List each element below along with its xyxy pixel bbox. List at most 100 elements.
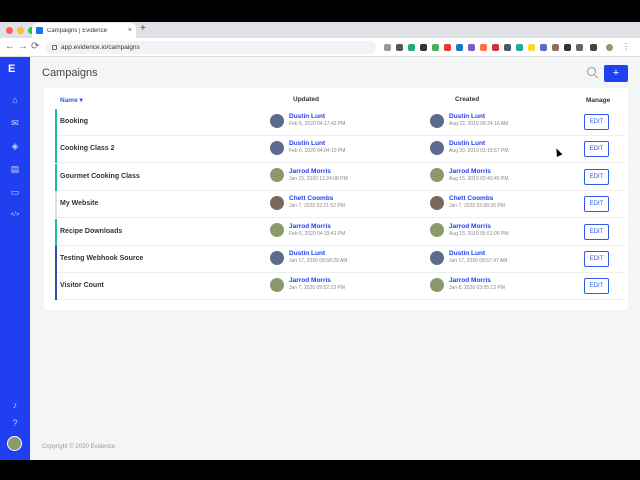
extension-icon[interactable] <box>396 44 403 51</box>
extension-icon[interactable] <box>552 44 559 51</box>
close-window-button[interactable] <box>6 27 13 34</box>
browser-toolbar: ← → ⟳ app.evidence.io/campaigns ⋮ <box>0 38 640 57</box>
column-header-name[interactable]: Name ▾ <box>60 96 83 104</box>
analytics-icon[interactable]: ◈ <box>8 140 22 152</box>
table-row[interactable]: My Website Chett Coombs Jan 7, 2020 02:2… <box>55 191 625 219</box>
browser-tab[interactable]: Campaigns | Evidence × <box>32 23 136 38</box>
created-by: Dustin Lunt Aug 20, 2019 03:15:57 PM <box>430 140 509 155</box>
forward-button[interactable]: → <box>18 41 28 52</box>
extension-icon[interactable] <box>516 44 523 51</box>
table-row[interactable]: Visitor Count Jarrod Morris Jan 7, 2020 … <box>55 273 625 301</box>
campaign-name[interactable]: Cooking Class 2 <box>60 145 114 152</box>
edit-button[interactable]: EDIT <box>584 141 609 158</box>
menu-icon[interactable]: ⋮ <box>622 42 630 51</box>
url-text: app.evidence.io/campaigns <box>61 44 140 51</box>
extension-icon[interactable] <box>444 44 451 51</box>
table-row[interactable]: Recipe Downloads Jarrod Morris Feb 6, 20… <box>55 218 625 246</box>
avatar <box>430 140 444 155</box>
extension-icon[interactable] <box>480 44 487 51</box>
layers-icon[interactable]: ▤ <box>8 163 22 175</box>
extension-icon[interactable] <box>540 44 547 51</box>
extension-icon[interactable] <box>408 44 415 51</box>
extension-icon[interactable] <box>432 44 439 51</box>
avatar <box>430 277 444 292</box>
favicon-icon <box>36 27 43 34</box>
avatar <box>430 113 444 128</box>
campaign-name[interactable]: Booking <box>60 118 88 125</box>
extension-icon[interactable] <box>504 44 511 51</box>
edit-button[interactable]: EDIT <box>584 114 609 130</box>
address-bar[interactable]: app.evidence.io/campaigns <box>46 41 376 54</box>
bell-icon[interactable]: ♪ <box>8 399 22 411</box>
inbox-icon[interactable]: ▭ <box>8 186 22 198</box>
timestamp: Jan 17, 2020 08:57:47 AM <box>449 258 508 264</box>
person-name: Jarrod Morris <box>289 277 331 285</box>
edit-button[interactable]: EDIT <box>584 196 609 213</box>
extension-icon[interactable] <box>564 44 571 51</box>
campaign-name[interactable]: Testing Webhook Source <box>60 255 143 262</box>
help-icon[interactable]: ? <box>8 417 22 429</box>
avatar <box>270 113 284 128</box>
updated-info: Jarrod Morris Feb 6, 2020 04:33:41 PM <box>289 223 345 238</box>
edit-button[interactable]: EDIT <box>584 168 609 185</box>
extension-icon[interactable] <box>468 44 475 51</box>
extension-icon[interactable] <box>528 44 535 51</box>
add-campaign-button[interactable]: + <box>604 65 628 82</box>
status-bar <box>55 109 57 136</box>
person-name: Dustin Lunt <box>289 250 326 257</box>
updated-info: Jarrod Morris Jan 7, 2020 09:52:23 PM <box>289 277 345 292</box>
status-bar <box>55 163 57 191</box>
profile-avatar[interactable] <box>606 44 613 51</box>
extension-icon[interactable] <box>384 44 391 51</box>
updated-by: Dustin Lunt Feb 6, 2020 04:17:42 PM <box>270 113 345 128</box>
created-by: Jarrod Morris Jan 8, 2020 03:05:13 PM <box>430 277 505 292</box>
edit-button[interactable]: EDIT <box>584 278 609 295</box>
extension-icon[interactable] <box>590 44 597 51</box>
created-by: Dustin Lunt Aug 22, 2019 09:24:16 AM <box>430 113 508 128</box>
page-title: Campaigns <box>42 67 98 79</box>
table-row[interactable]: Booking Dustin Lunt Feb 6, 2020 04:17:42… <box>55 109 625 136</box>
megaphone-icon[interactable]: ✉ <box>8 117 22 129</box>
table-row[interactable]: Gourmet Cooking Class Jarrod Morris Jan … <box>55 163 625 191</box>
table-row[interactable]: Cooking Class 2 Dustin Lunt Feb 6, 2020 … <box>55 136 625 164</box>
tab-close-icon[interactable]: × <box>128 27 132 34</box>
timestamp: Aug 22, 2019 09:24:16 AM <box>449 121 509 127</box>
table-row[interactable]: Testing Webhook Source Dustin Lunt Jan 1… <box>55 246 625 273</box>
edit-button[interactable]: EDIT <box>584 223 609 240</box>
lock-icon <box>52 45 57 50</box>
avatar <box>430 223 444 238</box>
extension-icon[interactable] <box>492 44 499 51</box>
created-info: Jarrod Morris Aug 15, 2019 03:43:45 PM <box>449 168 509 183</box>
extension-icon[interactable] <box>576 44 583 51</box>
edit-button[interactable]: EDIT <box>584 251 609 267</box>
extension-icon[interactable] <box>456 44 463 51</box>
campaign-name[interactable]: Recipe Downloads <box>60 228 122 235</box>
updated-by: Jarrod Morris Jan 15, 2020 12:24:08 PM <box>270 168 348 183</box>
back-button[interactable]: ← <box>5 41 15 52</box>
timestamp: Feb 6, 2020 04:04:10 PM <box>289 148 346 155</box>
home-icon[interactable]: ⌂ <box>8 94 22 106</box>
logo-icon[interactable]: E <box>8 63 22 75</box>
reload-button[interactable]: ⟳ <box>31 41 39 52</box>
tab-title: Campaigns | Evidence <box>47 27 107 34</box>
code-icon[interactable]: </> <box>8 209 22 221</box>
updated-by: Dustin Lunt Jan 17, 2020 08:58:29 AM <box>270 250 347 265</box>
campaign-name[interactable]: Visitor Count <box>60 282 104 289</box>
minimize-window-button[interactable] <box>17 27 24 34</box>
campaign-name[interactable]: Gourmet Cooking Class <box>60 173 140 180</box>
avatar <box>430 195 444 210</box>
search-icon[interactable] <box>587 67 596 76</box>
updated-info: Dustin Lunt Jan 17, 2020 08:58:29 AM <box>289 250 347 265</box>
new-tab-button[interactable]: + <box>140 23 146 34</box>
timestamp: Jan 7, 2020 02:08:26 PM <box>449 203 505 210</box>
created-info: Jarrod Morris Aug 15, 2019 05:51:06 PM <box>449 223 509 238</box>
user-avatar[interactable] <box>7 436 22 451</box>
updated-by: Jarrod Morris Feb 6, 2020 04:33:41 PM <box>270 223 345 238</box>
campaign-name[interactable]: My Website <box>60 200 98 207</box>
main-content: Campaigns + Name ▾ Updated Created Manag… <box>30 57 640 460</box>
timestamp: Aug 15, 2019 03:43:45 PM <box>449 175 509 182</box>
extension-icon[interactable] <box>420 44 427 51</box>
timestamp: Aug 15, 2019 05:51:06 PM <box>449 230 509 237</box>
person-name: Chett Coombs <box>449 195 494 203</box>
avatar <box>270 168 284 183</box>
